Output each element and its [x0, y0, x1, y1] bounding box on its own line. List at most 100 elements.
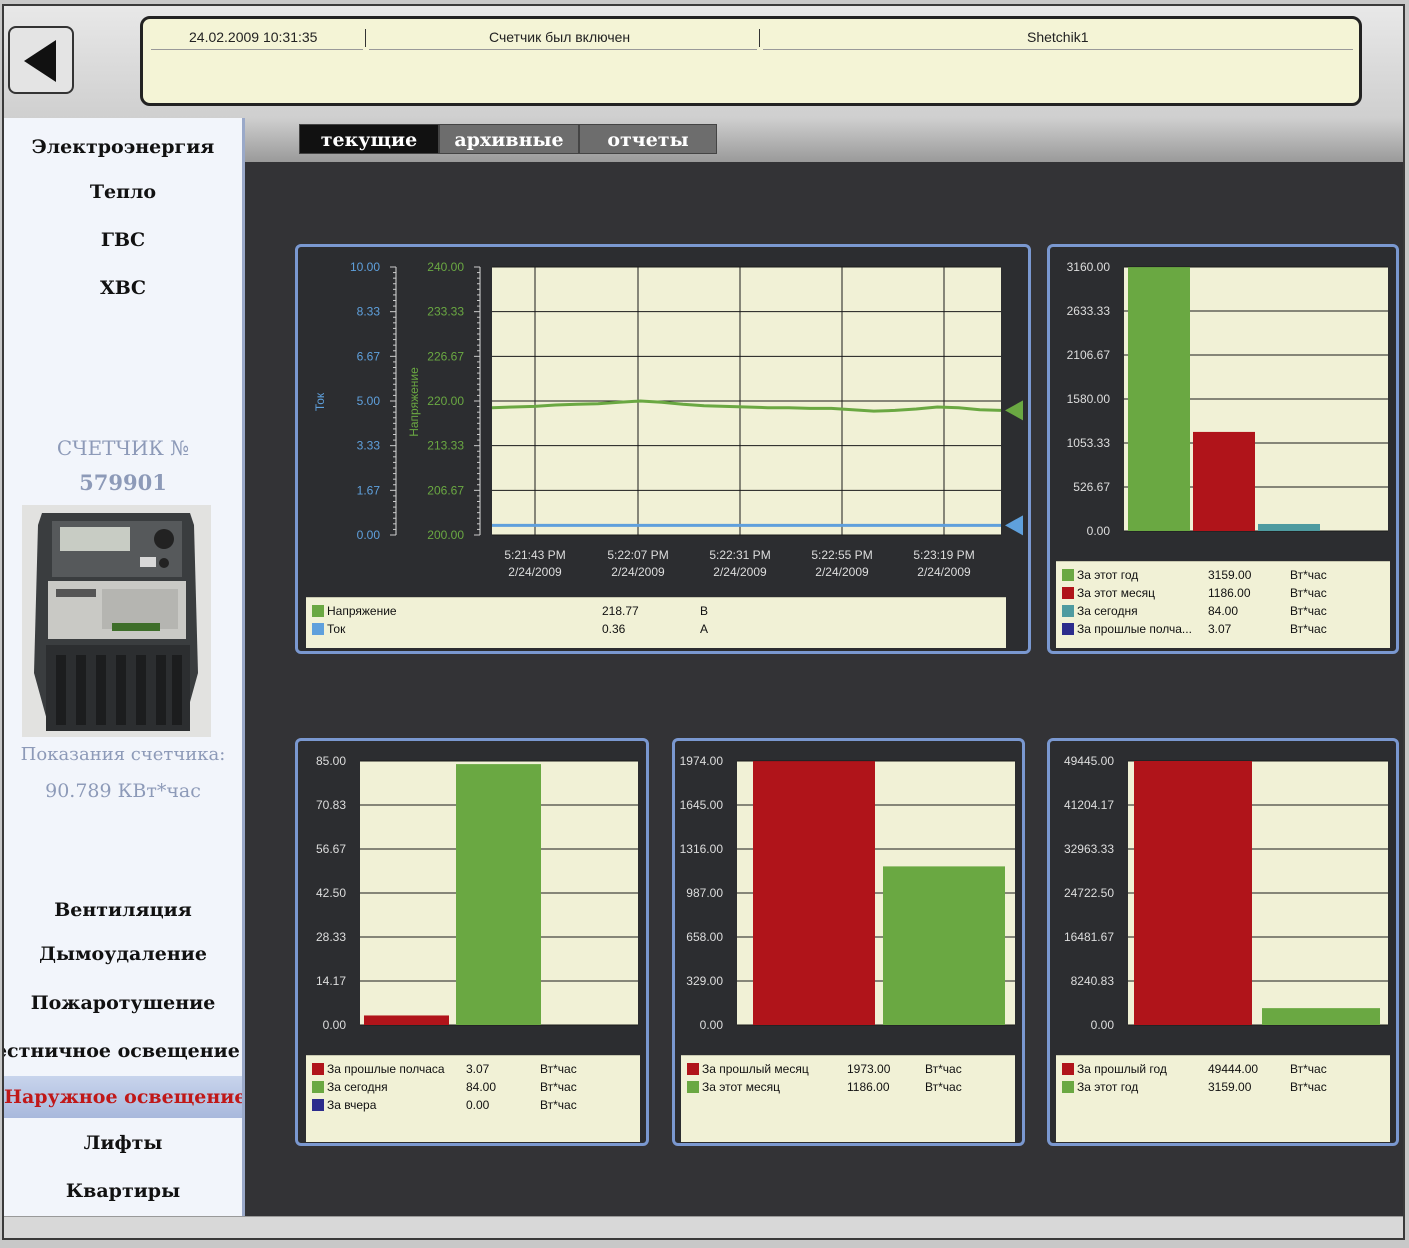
sidebar-item-hot-water[interactable]: ГВС — [4, 219, 242, 261]
y-tick-label: 3.33 — [357, 439, 381, 453]
legend-value: 3.07 — [1208, 622, 1232, 636]
bar — [1258, 523, 1320, 531]
tab-archive[interactable]: архивные — [439, 124, 579, 154]
y-tick-label: 2633.33 — [1067, 304, 1111, 318]
meter-title: СЧЕТЧИК № — [56, 436, 190, 460]
legend-unit: Вт*час — [1290, 568, 1327, 582]
legend-item: За этот месяц 1186.00 Вт*час — [1062, 584, 1386, 602]
event-source: Shetchik1 — [1027, 29, 1089, 45]
legend-swatch — [687, 1063, 699, 1075]
x-tick-label: 5:22:31 PM 2/24/2009 — [709, 548, 770, 579]
chart-legend: За прошлые полчаса 3.07 Вт*час За сегодня 84… — [306, 1055, 640, 1142]
y-tick-label: 1580.00 — [1067, 392, 1111, 406]
x-tick-time: 5:23:19 PM — [913, 548, 974, 562]
legend-item: За прошлые полча... 3.07 Вт*час — [1062, 620, 1386, 638]
y-tick-label: 2106.67 — [1067, 348, 1111, 362]
voltage-current-panel: 10.00 8.33 6.67 5.00 3.33 1.67 0.00 Ток 240.00 23… — [295, 244, 1031, 654]
y-tick-label: 1053.33 — [1067, 436, 1111, 450]
y-tick-label: 213.33 — [427, 439, 464, 453]
x-tick-date: 2/24/2009 — [713, 565, 767, 579]
legend-swatch — [1062, 623, 1074, 635]
y-tick-label: 233.33 — [427, 305, 464, 319]
y-tick-label: 10.00 — [350, 260, 380, 274]
y-tick-label: 0.00 — [1091, 1018, 1115, 1032]
legend-item: За вчера 0.00 Вт*час — [312, 1096, 636, 1114]
app-window: 24.02.2009 10:31:35 Счетчик был включен … — [2, 4, 1405, 1240]
y-tick-label: 16481.67 — [1064, 930, 1114, 944]
bar — [883, 866, 1005, 1025]
legend-unit: Вт*час — [1290, 622, 1327, 636]
sidebar-item-stair-lighting[interactable]: Лестничное освещение — [4, 1030, 242, 1072]
bar — [1193, 431, 1255, 531]
x-tick-label: 5:23:19 PM 2/24/2009 — [913, 548, 974, 579]
tab-current[interactable]: текущие — [299, 124, 439, 154]
legend-swatch — [687, 1081, 699, 1093]
y-tick-label: 14.17 — [316, 974, 346, 988]
y-tick-label: 85.00 — [316, 754, 346, 768]
sidebar-item-cold-water[interactable]: ХВС — [4, 267, 242, 309]
y-tick-label: 6.67 — [357, 349, 381, 363]
legend-item: За прошлый месяц 1973.00 Вт*час — [687, 1060, 1011, 1078]
legend-name: За прошлый месяц — [702, 1062, 809, 1076]
legend-unit: Вт*час — [540, 1098, 577, 1112]
y-tick-label: 1645.00 — [680, 798, 724, 812]
y-tick-label: 41204.17 — [1064, 798, 1114, 812]
event-timestamp: 24.02.2009 10:31:35 — [189, 29, 318, 45]
sidebar-item-heat[interactable]: Тепло — [4, 171, 242, 213]
tab-reports[interactable]: отчеты — [579, 124, 717, 154]
meter-reading-label: Показания счетчика: — [20, 744, 226, 765]
legend-item: Ток 0.36 А — [312, 620, 1002, 638]
sidebar-item-electricity[interactable]: Электроэнергия — [4, 126, 242, 168]
sidebar-item-outdoor-lighting[interactable]: Наружное освещение — [4, 1076, 242, 1118]
sidebar-item-apartments[interactable]: Квартиры — [4, 1170, 242, 1212]
legend-name: За прошлые полча... — [1077, 622, 1192, 636]
legend-item: Напряжение 218.77 В — [312, 602, 1002, 620]
y-tick-label: 220.00 — [427, 394, 464, 408]
legend-item: За прошлые полчаса 3.07 Вт*час — [312, 1060, 636, 1078]
legend-value: 3159.00 — [1208, 568, 1252, 582]
legend-value: 3.07 — [466, 1062, 490, 1076]
y-tick-label: 32963.33 — [1064, 842, 1114, 856]
monthly-panel: 1974.00 1645.00 1316.00 987.00 658.00 329.00 0… — [672, 738, 1025, 1146]
bar — [1262, 1008, 1380, 1025]
x-tick-date: 2/24/2009 — [508, 565, 562, 579]
y-axis-label: Напряжение — [407, 367, 421, 437]
legend-swatch — [312, 1063, 324, 1075]
y-tick-label: 24722.50 — [1064, 886, 1114, 900]
x-tick-label: 5:22:07 PM 2/24/2009 — [607, 548, 668, 579]
x-tick-time: 5:22:31 PM — [709, 548, 770, 562]
y-tick-label: 70.83 — [316, 798, 346, 812]
x-tick-time: 5:22:07 PM — [607, 548, 668, 562]
sidebar-item-smoke-removal[interactable]: Дымоудаление — [4, 933, 242, 975]
sidebar-item-elevators[interactable]: Лифты — [4, 1122, 242, 1164]
legend-item: За сегодня 84.00 Вт*час — [312, 1078, 636, 1096]
bar — [456, 764, 541, 1025]
legend-name: За этот год — [1077, 568, 1139, 582]
back-button[interactable] — [8, 26, 74, 94]
meter-number: 579901 — [79, 470, 167, 495]
legend-unit: Вт*час — [925, 1062, 962, 1076]
y-tick-label: 0.00 — [700, 1018, 724, 1032]
legend-name: Напряжение — [327, 604, 397, 618]
daily-panel: 85.00 70.83 56.67 42.50 28.33 14.17 0.00 За про… — [295, 738, 649, 1146]
event-message: Счетчик был включен — [489, 29, 631, 45]
bar — [753, 761, 875, 1025]
chart-svg: 10.00 8.33 6.67 5.00 3.33 1.67 0.00 Ток 240.00 23… — [313, 260, 1023, 579]
legend-swatch — [312, 605, 324, 617]
summary-panel: 3160.00 2633.33 2106.67 1580.00 1053.33 526.6… — [1047, 244, 1399, 654]
legend-name: За сегодня — [327, 1080, 388, 1094]
x-tick-date: 2/24/2009 — [917, 565, 971, 579]
sidebar-item-ventilation[interactable]: Вентиляция — [4, 889, 242, 931]
legend-unit: Вт*час — [1290, 1080, 1327, 1094]
legend-value: 84.00 — [1208, 604, 1239, 618]
sidebar-item-fire-suppression[interactable]: Пожаротушение — [4, 982, 242, 1024]
y-tick-label: 5.00 — [357, 394, 381, 408]
legend-item: За этот год 3159.00 Вт*час — [1062, 1078, 1386, 1096]
y-tick-label: 3160.00 — [1067, 260, 1111, 274]
y-tick-label: 56.67 — [316, 842, 346, 856]
series-marker — [1005, 400, 1023, 421]
legend-name: За прошлый год — [1077, 1062, 1167, 1076]
legend-name: За этот месяц — [702, 1080, 781, 1094]
y-tick-label: 658.00 — [686, 930, 723, 944]
legend-name: За сегодня — [1077, 604, 1138, 618]
